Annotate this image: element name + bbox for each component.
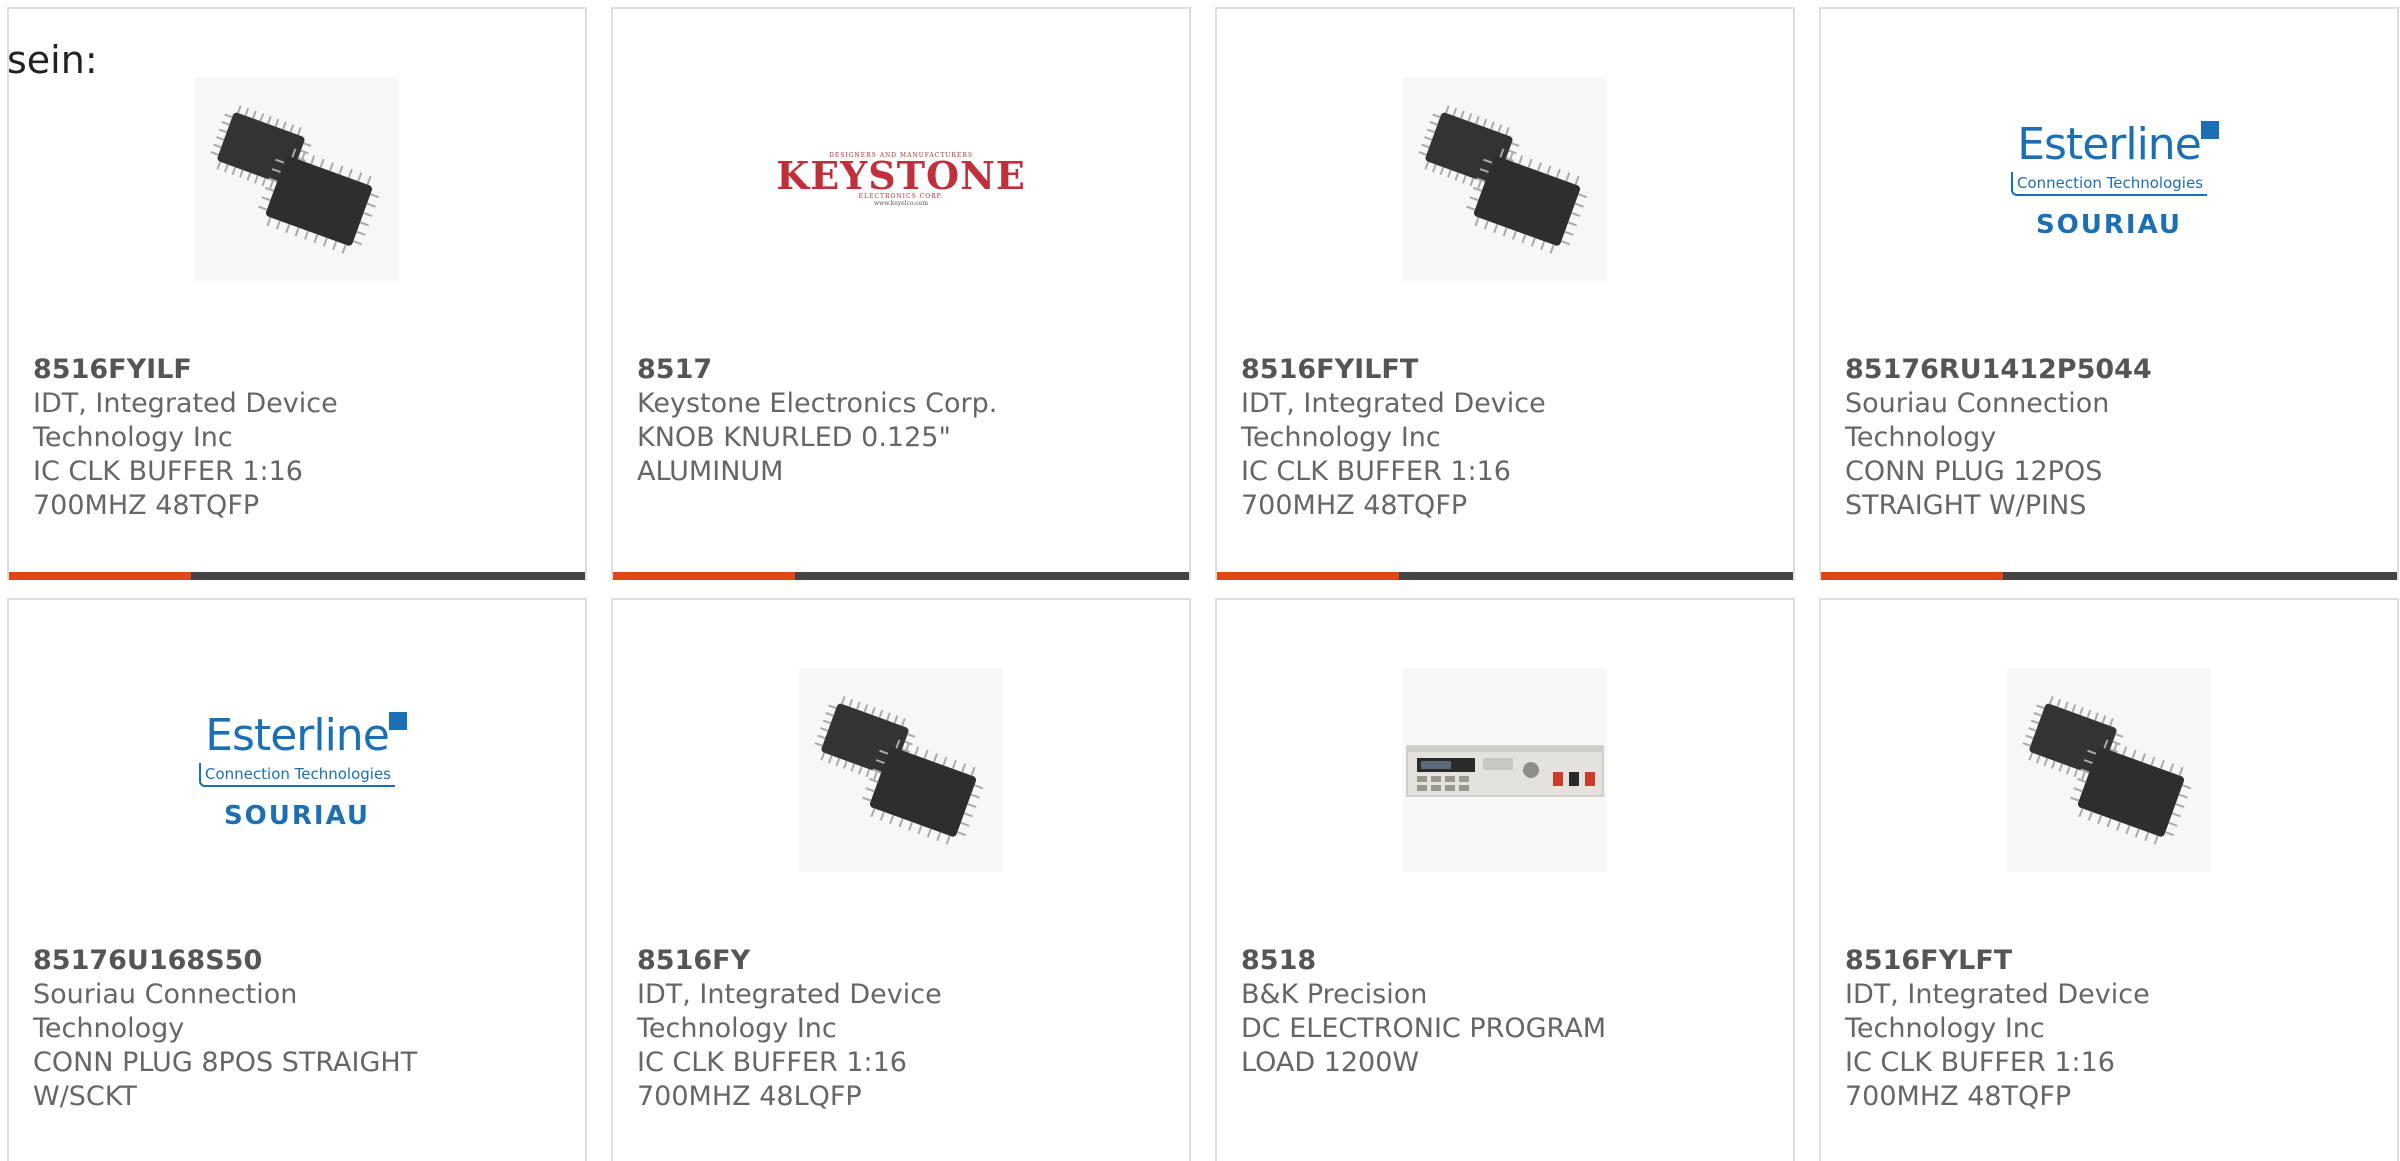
manufacturer-name: Souriau Connection Technology [1845, 388, 2110, 453]
keystone-logo-word: KEYSTONE [776, 152, 1026, 198]
card-bottom-bar [1821, 572, 2397, 580]
part-number-link[interactable]: 8518 [1241, 944, 1773, 978]
product-card[interactable]: 8516FYILF IDT, Integrated Device Technol… [7, 7, 587, 580]
lead-text: sein: [7, 38, 98, 82]
part-number-link[interactable]: 8516FYLFT [1845, 944, 2377, 978]
part-number-link[interactable]: 8517 [637, 353, 1169, 387]
product-description: CONN PLUG 12POS STRAIGHT W/PINS [1845, 456, 2103, 521]
product-image[interactable] [799, 668, 1003, 872]
product-image[interactable] [1403, 668, 1607, 872]
part-number-link[interactable]: 8516FY [637, 944, 1169, 978]
manufacturer-name: IDT, Integrated Device Technology Inc [637, 979, 942, 1044]
part-number-link[interactable]: 85176U168S50 [33, 944, 565, 978]
product-card[interactable]: 8518 B&K Precision DC ELECTRONIC PROGRAM… [1215, 598, 1795, 1161]
product-card[interactable]: 8516FYLFT IDT, Integrated Device Technol… [1819, 598, 2399, 1161]
product-card[interactable]: 8516FYILFT IDT, Integrated Device Techno… [1215, 7, 1795, 580]
product-info: 8516FYLFT IDT, Integrated Device Technol… [1845, 944, 2377, 1114]
product-image[interactable]: Esterline Connection Technologies SOURIA… [2007, 77, 2219, 281]
part-number-link[interactable]: 85176RU1412P5044 [1845, 353, 2377, 387]
ic-chip-icon [2022, 696, 2192, 845]
product-card[interactable]: DESIGNERS AND MANUFACTURERS KEYSTONE ELE… [611, 7, 1191, 580]
product-description: IC CLK BUFFER 1:16 700MHZ 48LQFP [637, 1047, 907, 1112]
logo-square-icon [2200, 120, 2219, 139]
manufacturer-name: Keystone Electronics Corp. [637, 388, 998, 419]
esterline-logo-sub: Connection Technologies [2011, 171, 2207, 196]
souriau-brand: SOURIAU [2035, 209, 2183, 240]
product-description: IC CLK BUFFER 1:16 700MHZ 48TQFP [1241, 456, 1511, 521]
esterline-logo: Esterline Connection Technologies SOURIA… [2007, 118, 2219, 240]
card-accent-bar [1217, 572, 1399, 580]
manufacturer-name: IDT, Integrated Device Technology Inc [33, 388, 338, 453]
product-grid: 8516FYILF IDT, Integrated Device Technol… [7, 7, 2399, 1161]
product-info: 8518 B&K Precision DC ELECTRONIC PROGRAM… [1241, 944, 1773, 1080]
product-image[interactable] [195, 77, 399, 281]
part-number-link[interactable]: 8516FYILFT [1241, 353, 1773, 387]
manufacturer-name: Souriau Connection Technology [33, 979, 298, 1044]
product-info: 8516FYILFT IDT, Integrated Device Techno… [1241, 353, 1773, 523]
product-description: KNOB KNURLED 0.125" ALUMINUM [637, 422, 951, 487]
product-image[interactable] [2007, 668, 2211, 872]
product-card[interactable]: 8516FY IDT, Integrated Device Technology… [611, 598, 1191, 1161]
manufacturer-name: IDT, Integrated Device Technology Inc [1241, 388, 1546, 453]
manufacturer-name: IDT, Integrated Device Technology Inc [1845, 979, 2150, 1044]
product-info: 8516FYILF IDT, Integrated Device Technol… [33, 353, 565, 523]
part-number-link[interactable]: 8516FYILF [33, 353, 565, 387]
card-bottom-bar [613, 572, 1189, 580]
product-image[interactable]: DESIGNERS AND MANUFACTURERS KEYSTONE ELE… [776, 77, 1025, 281]
ic-chip-icon [814, 696, 984, 845]
product-description: IC CLK BUFFER 1:16 700MHZ 48TQFP [1845, 1047, 2115, 1112]
electronic-load-icon [1406, 745, 1604, 797]
manufacturer-name: B&K Precision [1241, 979, 1428, 1010]
product-info: 8516FY IDT, Integrated Device Technology… [637, 944, 1169, 1114]
product-image[interactable] [1403, 77, 1607, 281]
ic-chip-icon [210, 105, 380, 254]
product-info: 85176RU1412P5044 Souriau Connection Tech… [1845, 353, 2377, 523]
ic-chip-icon [1418, 105, 1588, 254]
product-description: CONN PLUG 8POS STRAIGHT W/SCKT [33, 1047, 418, 1112]
esterline-logo-name: Esterline [2017, 118, 2202, 170]
card-bottom-bar [1217, 572, 1793, 580]
esterline-logo-sub: Connection Technologies [199, 762, 395, 787]
card-bottom-bar [9, 572, 585, 580]
product-info: 85176U168S50 Souriau Connection Technolo… [33, 944, 565, 1114]
card-accent-bar [9, 572, 191, 580]
product-grid-page: sein: 8516FYILF IDT, Integrated Device T… [0, 0, 2400, 1161]
product-description: DC ELECTRONIC PROGRAM LOAD 1200W [1241, 1013, 1606, 1078]
esterline-logo: Esterline Connection Technologies SOURIA… [195, 709, 407, 831]
product-info: 8517 Keystone Electronics Corp. KNOB KNU… [637, 353, 1169, 489]
logo-square-icon [388, 711, 407, 730]
keystone-logo-url: www.keyelco.com [873, 199, 929, 207]
card-accent-bar [1821, 572, 2003, 580]
keystone-logo: DESIGNERS AND MANUFACTURERS KEYSTONE ELE… [776, 152, 1026, 207]
product-image[interactable]: Esterline Connection Technologies SOURIA… [195, 668, 407, 872]
souriau-brand: SOURIAU [223, 800, 371, 831]
product-card[interactable]: Esterline Connection Technologies SOURIA… [1819, 7, 2399, 580]
card-accent-bar [613, 572, 795, 580]
product-description: IC CLK BUFFER 1:16 700MHZ 48TQFP [33, 456, 303, 521]
product-card[interactable]: Esterline Connection Technologies SOURIA… [7, 598, 587, 1161]
esterline-logo-name: Esterline [205, 709, 390, 761]
